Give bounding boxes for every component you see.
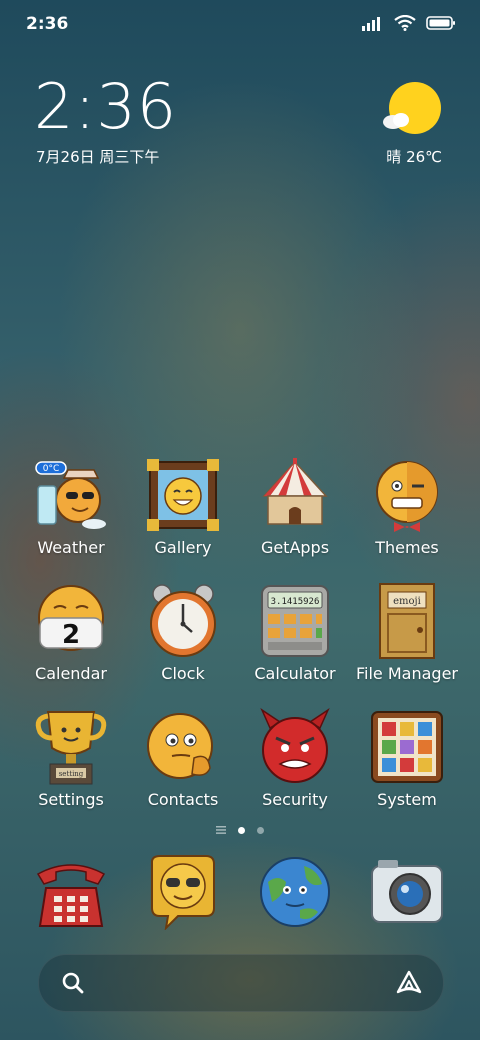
app-themes[interactable]: Themes: [352, 456, 462, 557]
app-calendar[interactable]: 2 Calendar: [16, 582, 126, 683]
camera-icon: [371, 860, 443, 923]
search-icon[interactable]: [61, 971, 85, 995]
list-page-icon[interactable]: [216, 826, 226, 834]
app-label: Weather: [37, 538, 105, 557]
app-label: Security: [262, 790, 328, 809]
gallery-icon: [147, 459, 219, 531]
devil-icon: [260, 708, 330, 783]
themes-icon: [376, 461, 438, 532]
dock-phone[interactable]: [16, 852, 126, 930]
page-indicator[interactable]: [0, 826, 480, 834]
app-label: GetApps: [260, 538, 330, 557]
alarm-clock-icon: [150, 584, 216, 657]
app-label: Contacts: [147, 790, 219, 809]
dock-messages[interactable]: [128, 852, 238, 930]
wifi-icon: [394, 15, 416, 31]
calculator-display: 3.1415926: [271, 597, 320, 607]
clock-widget-date[interactable]: 7月26日 周三下午: [36, 146, 159, 167]
clock-widget-time[interactable]: 2:36: [34, 76, 177, 138]
assistant-icon[interactable]: [395, 969, 423, 997]
app-weather[interactable]: 0°C Weather: [16, 456, 126, 557]
calendar-icon: 2: [38, 585, 104, 651]
trophy-icon: setting: [35, 711, 107, 785]
calculator-icon: 3.1415926: [261, 585, 329, 657]
battery-icon: [426, 16, 455, 30]
app-calculator[interactable]: 3.1415926 Calculator: [240, 582, 350, 683]
dock: [14, 852, 466, 936]
app-label: Themes: [375, 538, 439, 557]
trophy-plaque: setting: [59, 770, 84, 778]
app-contacts[interactable]: Contacts: [128, 708, 238, 809]
app-gallery[interactable]: Gallery: [128, 456, 238, 557]
weather-icon: 0°C: [35, 461, 106, 529]
app-system[interactable]: System: [352, 708, 462, 809]
calendar-day: 2: [62, 620, 80, 650]
messages-icon: [151, 855, 215, 930]
sun-cloud-icon: [383, 82, 441, 134]
page-dot-active[interactable]: [238, 826, 245, 834]
app-clock[interactable]: Clock: [128, 582, 238, 683]
app-label: Settings: [38, 790, 104, 809]
app-settings[interactable]: setting Settings: [16, 708, 126, 809]
door-text: emoji: [393, 596, 421, 607]
dock-browser[interactable]: [240, 852, 350, 930]
tent-icon: [262, 458, 328, 525]
app-label: File Manager: [356, 664, 458, 683]
app-label: Calendar: [35, 664, 107, 683]
phone-icon: [36, 864, 106, 927]
app-file-manager[interactable]: emoji File Manager: [352, 582, 462, 683]
app-label: Calculator: [254, 664, 336, 683]
weather-widget-text[interactable]: 晴 26℃: [386, 146, 442, 167]
status-time: 2:36: [26, 14, 69, 34]
signal-icon: [362, 17, 380, 31]
page-dot[interactable]: [257, 826, 264, 834]
cabinet-icon: [371, 711, 443, 783]
app-label: Clock: [161, 664, 205, 683]
status-bar: 2:36: [0, 0, 480, 50]
door-icon: emoji: [379, 583, 435, 659]
app-label: System: [377, 790, 437, 809]
dock-camera[interactable]: [352, 852, 462, 930]
app-security[interactable]: Security: [240, 708, 350, 809]
browser-icon: [260, 857, 330, 927]
app-label: Gallery: [154, 538, 212, 557]
search-bar[interactable]: [38, 954, 444, 1012]
weather-widget[interactable]: [376, 82, 446, 146]
app-getapps[interactable]: GetApps: [240, 456, 350, 557]
weather-badge: 0°C: [43, 464, 60, 474]
contacts-icon: [147, 713, 213, 779]
